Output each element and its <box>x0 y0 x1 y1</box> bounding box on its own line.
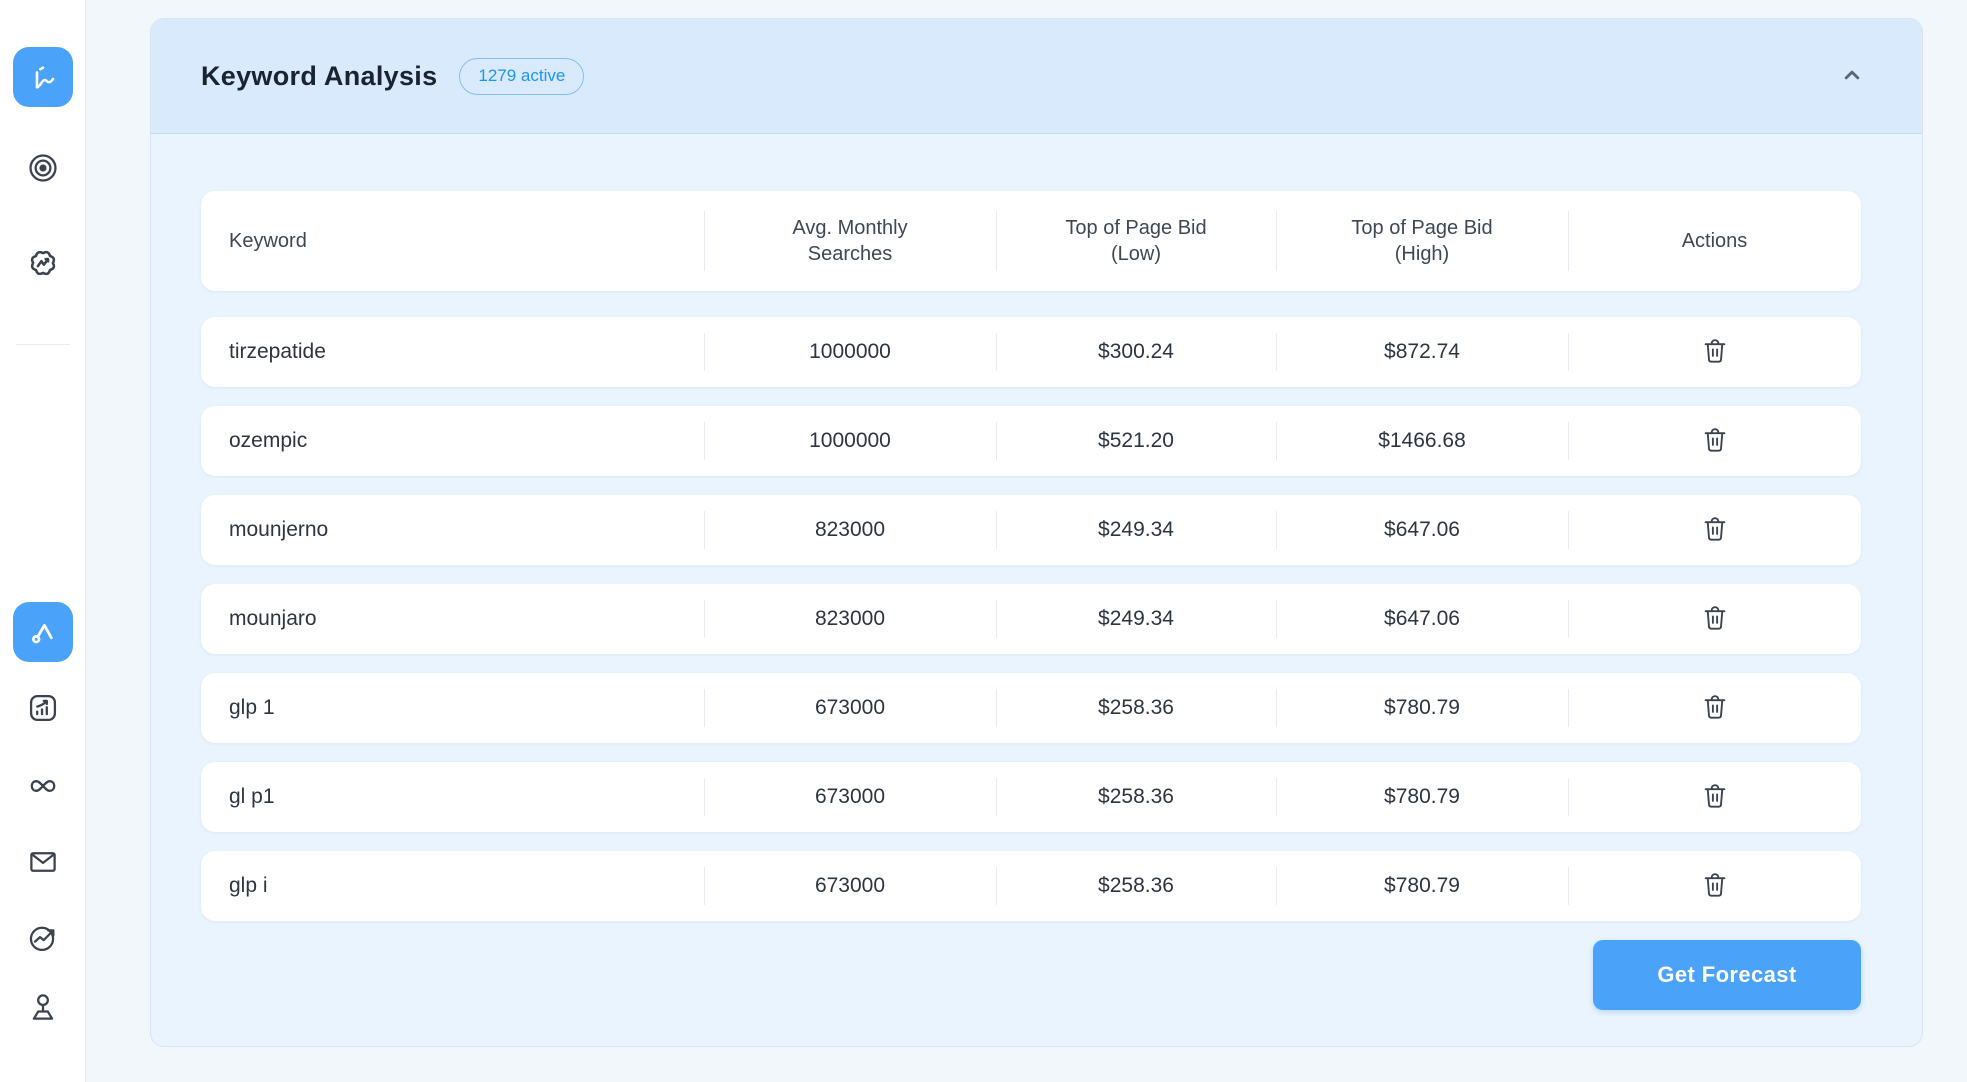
bid-high-cell: $780.79 <box>1276 851 1568 921</box>
searches-cell: 673000 <box>704 762 996 832</box>
sidebar-item-location[interactable] <box>13 977 73 1037</box>
bid-low-cell: $258.36 <box>996 673 1276 743</box>
delete-keyword-button[interactable] <box>1695 510 1735 550</box>
searches-cell: 1000000 <box>704 406 996 476</box>
sidebar-item-automation[interactable] <box>13 233 73 293</box>
sidebar-item-analytics[interactable] <box>13 47 73 107</box>
panel-header: Keyword Analysis 1279 active <box>151 19 1922 134</box>
delete-keyword-button[interactable] <box>1695 599 1735 639</box>
bid-high-cell: $647.06 <box>1276 584 1568 654</box>
searches-cell: 673000 <box>704 673 996 743</box>
bid-high-cell: $872.74 <box>1276 317 1568 387</box>
searches-cell: 823000 <box>704 584 996 654</box>
trash-icon <box>1700 870 1730 903</box>
column-header-actions: Actions <box>1568 191 1861 291</box>
meta-icon <box>26 769 60 803</box>
bid-high-cell: $780.79 <box>1276 762 1568 832</box>
keyword-cell: gl p1 <box>201 762 704 832</box>
sidebar-item-meta[interactable] <box>13 756 73 816</box>
column-header-bid-high: Top of Page Bid (High) <box>1276 191 1568 291</box>
table-row: mounjerno 823000 $249.34 $647.06 <box>201 495 1861 565</box>
bid-high-cell: $1466.68 <box>1276 406 1568 476</box>
mail-icon <box>26 845 60 879</box>
trash-icon <box>1700 603 1730 636</box>
get-forecast-button[interactable]: Get Forecast <box>1593 940 1861 1010</box>
google-ads-icon <box>27 616 59 648</box>
searches-cell: 673000 <box>704 851 996 921</box>
delete-keyword-button[interactable] <box>1695 332 1735 372</box>
table-row: gl p1 673000 $258.36 $780.79 <box>201 762 1861 832</box>
column-header-bid-low: Top of Page Bid (Low) <box>996 191 1276 291</box>
keyword-analysis-panel: Keyword Analysis 1279 active Keyword Avg… <box>150 18 1923 1047</box>
sidebar-item-google-ads[interactable] <box>13 602 73 662</box>
collapse-panel-button[interactable] <box>1830 54 1874 98</box>
table-row: glp 1 673000 $258.36 $780.79 <box>201 673 1861 743</box>
target-icon <box>26 151 60 185</box>
bid-high-cell: $647.06 <box>1276 495 1568 565</box>
bid-low-cell: $249.34 <box>996 495 1276 565</box>
sidebar-item-performance[interactable] <box>13 908 73 968</box>
keyword-cell: mounjerno <box>201 495 704 565</box>
bid-low-cell: $249.34 <box>996 584 1276 654</box>
active-count-badge: 1279 active <box>459 58 584 95</box>
bid-high-cell: $780.79 <box>1276 673 1568 743</box>
trash-icon <box>1700 336 1730 369</box>
map-pin-icon <box>26 990 60 1024</box>
keyword-cell: mounjaro <box>201 584 704 654</box>
bid-low-cell: $300.24 <box>996 317 1276 387</box>
keyword-cell: glp 1 <box>201 673 704 743</box>
bid-low-cell: $258.36 <box>996 851 1276 921</box>
keyword-cell: tirzepatide <box>201 317 704 387</box>
delete-keyword-button[interactable] <box>1695 421 1735 461</box>
delete-keyword-button[interactable] <box>1695 866 1735 906</box>
trash-icon <box>1700 514 1730 547</box>
sidebar-item-email[interactable] <box>13 832 73 892</box>
page-title: Keyword Analysis <box>201 61 437 92</box>
line-chart-icon <box>27 61 59 93</box>
delete-keyword-button[interactable] <box>1695 777 1735 817</box>
bid-low-cell: $258.36 <box>996 762 1276 832</box>
table-header-row: Keyword Avg. Monthly Searches Top of Pag… <box>201 191 1861 291</box>
table-row: glp i 673000 $258.36 $780.79 <box>201 851 1861 921</box>
panel-body: Keyword Avg. Monthly Searches Top of Pag… <box>151 134 1922 1010</box>
sidebar-item-reports[interactable] <box>13 678 73 738</box>
trend-search-icon <box>26 921 60 955</box>
trash-icon <box>1700 692 1730 725</box>
delete-keyword-button[interactable] <box>1695 688 1735 728</box>
trash-icon <box>1700 425 1730 458</box>
sidebar <box>0 0 86 1082</box>
table-row: tirzepatide 1000000 $300.24 $872.74 <box>201 317 1861 387</box>
bid-low-cell: $521.20 <box>996 406 1276 476</box>
sidebar-item-target[interactable] <box>13 138 73 198</box>
column-header-keyword: Keyword <box>201 191 704 291</box>
table-row: mounjaro 823000 $249.34 $647.06 <box>201 584 1861 654</box>
searches-cell: 1000000 <box>704 317 996 387</box>
column-header-avg-monthly-searches: Avg. Monthly Searches <box>704 191 996 291</box>
searches-cell: 823000 <box>704 495 996 565</box>
chart-box-icon <box>26 691 60 725</box>
keyword-cell: glp i <box>201 851 704 921</box>
table-footer: Get Forecast <box>201 940 1861 1010</box>
trash-icon <box>1700 781 1730 814</box>
chevron-up-icon <box>1838 61 1866 92</box>
table-row: ozempic 1000000 $521.20 $1466.68 <box>201 406 1861 476</box>
gear-zigzag-icon <box>26 246 60 280</box>
keyword-cell: ozempic <box>201 406 704 476</box>
sidebar-divider <box>16 344 70 345</box>
